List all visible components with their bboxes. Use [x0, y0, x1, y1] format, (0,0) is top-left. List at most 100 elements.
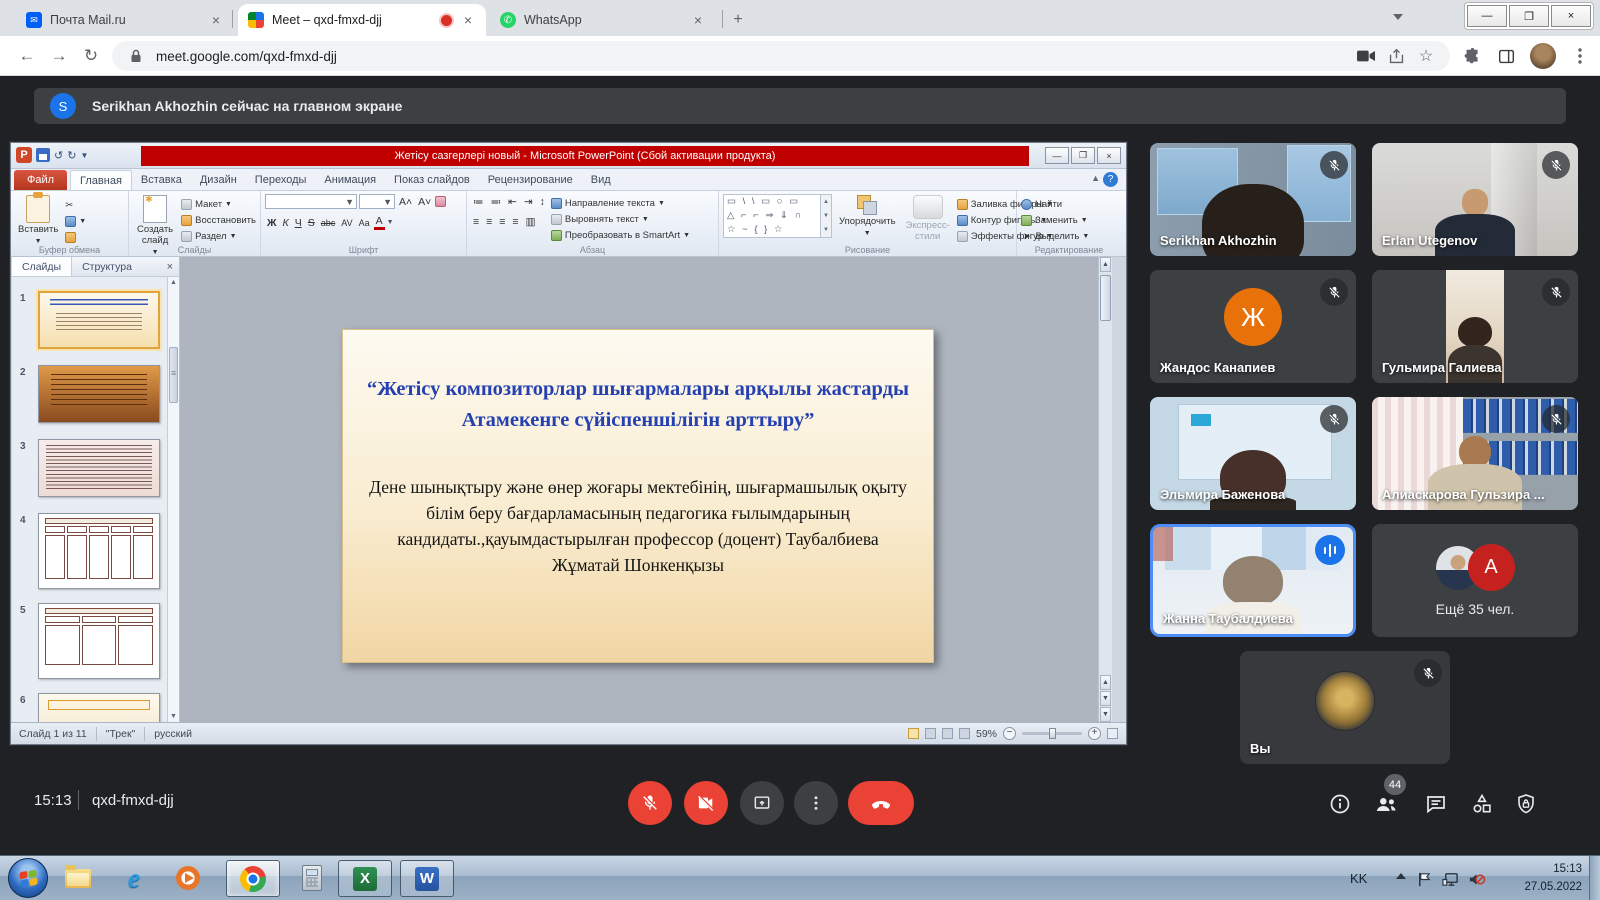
bullets-button[interactable]: ≔ [471, 196, 486, 208]
panel-tab-outline[interactable]: Структура [72, 257, 142, 276]
tab-home[interactable]: Главная [70, 170, 132, 190]
shapes-scroll[interactable]: ▲▼▼ [821, 194, 832, 238]
participant-tile[interactable]: Ж Жандос Канапиев [1150, 270, 1356, 383]
start-button[interactable] [8, 858, 48, 898]
slide-thumbnail-6[interactable] [38, 693, 160, 722]
numbering-button[interactable]: ≕ [489, 196, 504, 208]
character-spacing-button[interactable]: AV [339, 218, 354, 228]
taskbar-clock[interactable]: 15:13 27.05.2022 [1496, 856, 1584, 900]
self-tile[interactable]: Вы [1240, 651, 1450, 764]
scroll-down-icon[interactable]: ▼ [1100, 707, 1111, 722]
participant-tile[interactable]: Эльмира Баженова [1150, 397, 1356, 510]
reload-icon[interactable]: ↻ [78, 43, 104, 69]
restore-button[interactable]: ❐ [1509, 5, 1549, 27]
slide-sorter-icon[interactable] [925, 728, 936, 739]
paste-button[interactable]: Вставить▼ [15, 194, 61, 247]
zoom-out-icon[interactable]: − [1003, 727, 1016, 740]
tab-view[interactable]: Вид [582, 170, 620, 190]
line-spacing-button[interactable]: ↕ [538, 196, 547, 208]
tab-close-icon[interactable]: × [460, 12, 476, 28]
justify-button[interactable]: ≡ [510, 216, 520, 228]
browser-menu-icon[interactable] [1570, 46, 1590, 66]
host-controls-icon[interactable] [1512, 790, 1540, 818]
language-indicator[interactable]: KK [1350, 856, 1367, 900]
font-size-combo[interactable]: ▼ [359, 194, 395, 209]
chat-icon[interactable] [1422, 790, 1450, 818]
more-options-button[interactable] [794, 781, 838, 825]
participant-tile[interactable]: Гульмира Галиева [1372, 270, 1578, 383]
canvas-scrollbar[interactable]: ▲ ▲ ▼ ▼ [1098, 257, 1112, 722]
quick-styles-button[interactable]: Экспресс-стили [903, 194, 953, 244]
slide-thumbnail-2[interactable] [38, 365, 160, 423]
panel-tab-slides[interactable]: Слайды [12, 257, 72, 276]
smartart-button[interactable]: Преобразовать в SmartArt▼ [551, 228, 690, 243]
extensions-icon[interactable] [1462, 46, 1482, 66]
shrink-font-button[interactable]: A˅ [416, 196, 433, 208]
cut-button[interactable]: ✂ [65, 198, 86, 213]
replace-button[interactable]: Заменить▼ [1021, 213, 1117, 228]
shapes-gallery[interactable]: ▭ \ \ ▭ ○ ▭△ ⌐ ⌐ ⇒ ⇓ ∩☆ ~ { } ☆ ▲▼▼ [723, 194, 832, 238]
tab-close-icon[interactable]: × [690, 12, 706, 28]
italic-button[interactable]: К [281, 217, 291, 229]
chrome-taskbar-button[interactable] [226, 860, 280, 897]
volume-muted-icon[interactable] [1460, 863, 1492, 895]
hidden-icons-chevron[interactable] [1396, 873, 1406, 879]
slide-thumbnail-1[interactable] [38, 291, 160, 349]
internet-explorer-icon[interactable]: e [118, 862, 150, 894]
ppt-minimize-button[interactable]: — [1045, 147, 1069, 164]
reading-view-icon[interactable] [942, 728, 953, 739]
decrease-indent-button[interactable]: ⇤ [506, 196, 519, 208]
normal-view-icon[interactable] [908, 728, 919, 739]
tab-review[interactable]: Рецензирование [479, 170, 582, 190]
file-tab[interactable]: Файл [14, 170, 67, 190]
camera-toggle-button[interactable] [684, 781, 728, 825]
bold-button[interactable]: Ж [265, 217, 279, 229]
show-desktop-button[interactable] [1589, 856, 1600, 900]
tab-mailru[interactable]: ✉ Почта Mail.ru × [16, 4, 234, 36]
slideshow-view-icon[interactable] [959, 728, 970, 739]
profile-avatar[interactable] [1530, 43, 1556, 69]
font-name-combo[interactable]: ▼ [265, 194, 357, 209]
participant-tile-speaking[interactable]: Жанна Таубалдиева [1150, 524, 1356, 637]
reset-button[interactable]: Восстановить [181, 213, 256, 228]
align-center-button[interactable]: ≡ [484, 216, 494, 228]
panel-scrollbar[interactable]: ▲ ▼ [167, 277, 179, 722]
tab-design[interactable]: Дизайн [191, 170, 246, 190]
participant-tile[interactable]: Алиаскарова Гульзира ... [1372, 397, 1578, 510]
align-right-button[interactable]: ≡ [497, 216, 507, 228]
tab-close-icon[interactable]: × [208, 12, 224, 28]
scroll-up-icon[interactable]: ▲ [1100, 257, 1111, 272]
help-icon[interactable]: ? [1103, 172, 1118, 187]
shadow-button[interactable]: S [306, 217, 317, 229]
select-button[interactable]: ➤Выделить▼ [1021, 229, 1117, 244]
back-icon[interactable]: ← [14, 43, 40, 69]
ppt-restore-button[interactable]: ❐ [1071, 147, 1095, 164]
activities-icon[interactable] [1468, 790, 1496, 818]
strikethrough-button[interactable]: abc [319, 218, 338, 228]
section-button[interactable]: Раздел▼ [181, 229, 256, 244]
tab-animation[interactable]: Анимация [315, 170, 385, 190]
align-left-button[interactable]: ≡ [471, 216, 481, 228]
camera-icon[interactable] [1356, 46, 1376, 66]
media-player-icon[interactable] [172, 862, 204, 894]
forward-icon[interactable]: → [46, 43, 72, 69]
columns-button[interactable]: ▥ [524, 216, 538, 228]
word-taskbar-button[interactable]: W [400, 860, 454, 897]
underline-button[interactable]: Ч [293, 217, 304, 229]
find-button[interactable]: Найти [1021, 197, 1117, 212]
file-explorer-icon[interactable] [62, 862, 94, 894]
slide[interactable]: “Жетісу композиторлар шығармалары арқылы… [342, 329, 934, 663]
slide-thumbnail-3[interactable] [38, 439, 160, 497]
align-text-button[interactable]: Выровнять текст▼ [551, 212, 690, 227]
excel-taskbar-button[interactable]: X [338, 860, 392, 897]
tab-transitions[interactable]: Переходы [246, 170, 316, 190]
tab-slideshow[interactable]: Показ слайдов [385, 170, 479, 190]
zoom-slider-thumb[interactable] [1049, 728, 1056, 739]
shapes-grid[interactable]: ▭ \ \ ▭ ○ ▭△ ⌐ ⌐ ⇒ ⇓ ∩☆ ~ { } ☆ [723, 194, 821, 238]
calculator-icon[interactable] [296, 862, 328, 894]
layout-button[interactable]: Макет▼ [181, 197, 256, 212]
text-direction-button[interactable]: Направление текста▼ [551, 196, 690, 211]
present-button[interactable] [740, 781, 784, 825]
undo-icon[interactable]: ↺ [54, 149, 63, 162]
tab-whatsapp[interactable]: ✆ WhatsApp × [490, 4, 716, 36]
